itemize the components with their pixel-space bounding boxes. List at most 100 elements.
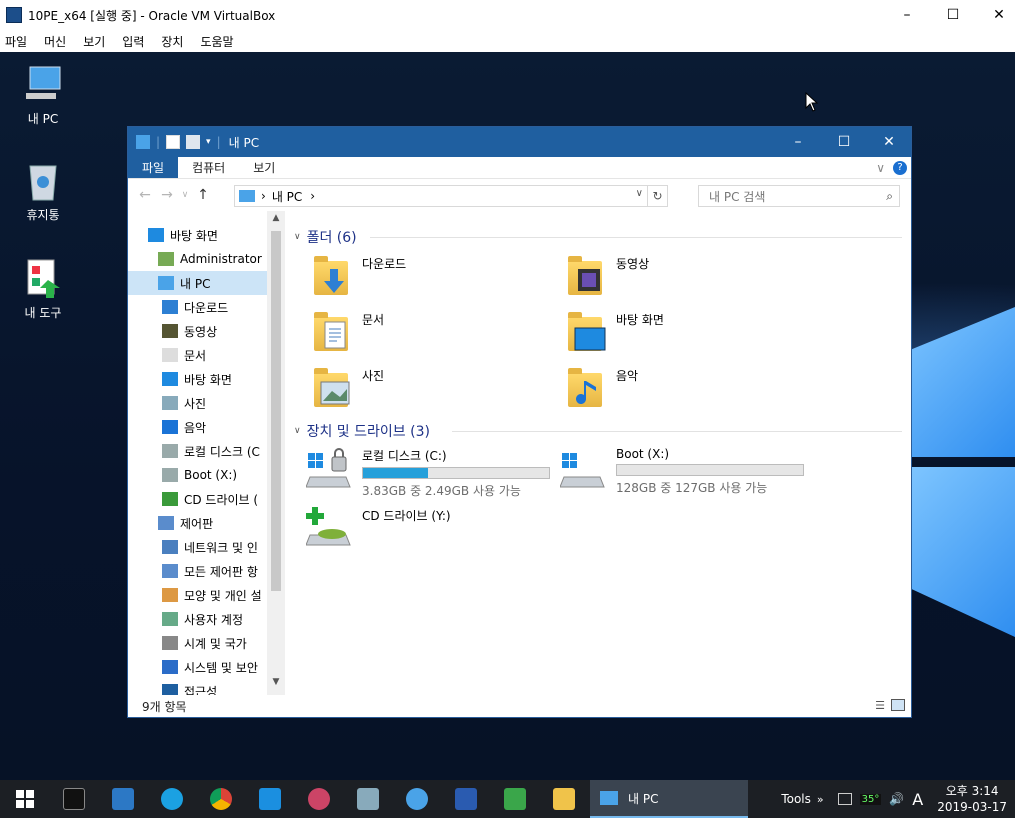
menu-machine[interactable]: 머신 <box>44 33 66 50</box>
taskbar-system-monitor[interactable] <box>98 780 147 818</box>
tab-view[interactable]: 보기 <box>239 157 289 178</box>
search-input[interactable]: 내 PC 검색 ⌕ <box>698 185 900 207</box>
desktop-icon-my-tools[interactable]: 내 도구 <box>8 258 78 321</box>
breadcrumb-chevron-icon[interactable]: › <box>261 189 266 203</box>
nav-item[interactable]: 모든 제어판 항 <box>128 559 267 583</box>
folder-label: 음악 <box>616 369 639 383</box>
folder-icon <box>552 788 575 810</box>
collapse-chevron-icon[interactable]: ∨ <box>294 426 301 436</box>
clock[interactable]: 오후 3:14 2019-03-17 <box>929 783 1015 815</box>
nav-item[interactable]: 모양 및 개인 설 <box>128 583 267 607</box>
details-view-icon[interactable]: ☰ <box>875 699 885 712</box>
nav-item[interactable]: 시스템 및 보안 <box>128 655 267 679</box>
taskbar-cmd[interactable] <box>49 780 98 818</box>
taskbar-edge[interactable] <box>147 780 196 818</box>
nav-item[interactable]: 다운로드 <box>128 295 267 319</box>
ribbon-expand-icon[interactable]: ∨ <box>872 157 889 178</box>
nav-item[interactable]: 네트워크 및 인 <box>128 535 267 559</box>
taskbar-tool-b[interactable] <box>343 780 392 818</box>
breadcrumb-chevron-icon[interactable]: › <box>310 189 315 203</box>
nav-item[interactable]: 사용자 계정 <box>128 607 267 631</box>
nav-item[interactable]: CD 드라이브 ( <box>128 487 267 511</box>
nav-item[interactable]: 바탕 화면 <box>128 223 267 247</box>
nav-scrollbar[interactable]: ▲ ▼ <box>267 211 285 695</box>
computer-icon <box>22 64 64 106</box>
new-folder-icon[interactable] <box>186 135 201 149</box>
item-count: 9개 항목 <box>142 699 187 714</box>
nav-item[interactable]: Boot (X:) <box>128 463 267 487</box>
start-button[interactable] <box>0 780 49 818</box>
large-icons-view-icon[interactable] <box>891 699 905 711</box>
customize-qat-icon[interactable]: ▾ <box>206 137 211 147</box>
drive-cd[interactable]: CD 드라이브 (Y:) <box>305 507 451 551</box>
drive-c[interactable]: 로컬 디스크 (C:) 3.83GB 중 2.49GB 사용 가능 <box>305 447 550 499</box>
taskbar-chrome[interactable] <box>196 780 245 818</box>
menu-devices[interactable]: 장치 <box>161 33 183 50</box>
desktop-icon-this-pc[interactable]: 내 PC <box>8 64 78 127</box>
tab-computer[interactable]: 컴퓨터 <box>178 157 239 178</box>
folder-desktop[interactable]: 바탕 화면 <box>566 311 664 355</box>
nav-item[interactable]: Administrator <box>128 247 267 271</box>
scroll-down-icon[interactable]: ▼ <box>267 677 285 693</box>
menu-input[interactable]: 입력 <box>122 33 144 50</box>
taskbar-my-tools[interactable] <box>490 780 539 818</box>
devices-group-header[interactable]: ∨ 장치 및 드라이브 (3) <box>294 421 430 441</box>
folder-music[interactable]: 음악 <box>566 367 638 411</box>
notes-icon <box>356 788 379 810</box>
refresh-button[interactable]: ↻ <box>647 186 667 206</box>
tab-file[interactable]: 파일 <box>128 157 179 178</box>
nav-item[interactable]: 바탕 화면 <box>128 367 267 391</box>
collapse-chevron-icon[interactable]: ∨ <box>294 232 301 242</box>
nav-item[interactable]: 음악 <box>128 415 267 439</box>
nav-item[interactable]: 로컬 디스크 (C <box>128 439 267 463</box>
folder-pictures[interactable]: 사진 <box>312 367 384 411</box>
address-bar[interactable]: › 내 PC › ∨ ↻ <box>234 185 668 207</box>
taskbar-save-tool[interactable] <box>441 780 490 818</box>
folder-downloads[interactable]: 다운로드 <box>312 255 406 299</box>
temperature-badge[interactable]: 35° <box>859 793 882 805</box>
nav-item[interactable]: 사진 <box>128 391 267 415</box>
video-icon <box>578 269 600 291</box>
desktop-icon-recycle-bin[interactable]: 휴지통 <box>8 160 78 223</box>
nav-item[interactable]: 시계 및 국가 <box>128 631 267 655</box>
explorer-maximize-button[interactable]: ☐ <box>821 127 867 157</box>
explorer-close-button[interactable]: ✕ <box>866 127 912 157</box>
ime-indicator[interactable]: A <box>912 790 923 809</box>
network-icon[interactable] <box>837 793 852 805</box>
nav-item[interactable]: 내 PC <box>128 271 267 295</box>
recent-locations-button[interactable]: ∨ <box>178 190 192 200</box>
nav-item[interactable]: 접근성 <box>128 679 267 695</box>
help-icon[interactable]: ? <box>889 157 911 178</box>
folder-videos[interactable]: 동영상 <box>566 255 649 299</box>
breadcrumb-this-pc[interactable]: 내 PC <box>272 188 302 205</box>
taskbar-activity[interactable] <box>245 780 294 818</box>
address-dropdown-icon[interactable]: ∨ <box>636 188 643 199</box>
volume-icon[interactable]: 🔊 <box>889 792 904 806</box>
computer-icon <box>600 791 618 805</box>
menu-help[interactable]: 도움말 <box>200 33 233 50</box>
nav-item[interactable]: 동영상 <box>128 319 267 343</box>
nav-item[interactable]: 제어판 <box>128 511 267 535</box>
minimize-button[interactable]: – <box>884 0 930 30</box>
close-button[interactable]: ✕ <box>976 0 1015 30</box>
forward-button[interactable]: → <box>156 187 178 203</box>
explorer-minimize-button[interactable]: – <box>775 127 821 157</box>
menu-view[interactable]: 보기 <box>83 33 105 50</box>
maximize-button[interactable]: ☐ <box>930 0 976 30</box>
menu-file[interactable]: 파일 <box>5 33 27 50</box>
taskbar-tool-a[interactable] <box>294 780 343 818</box>
up-button[interactable]: ↑ <box>192 187 214 203</box>
folder-documents[interactable]: 문서 <box>312 311 384 355</box>
taskbar-active-this-pc[interactable]: 내 PC <box>590 780 748 818</box>
drive-x[interactable]: Boot (X:) 128GB 중 127GB 사용 가능 <box>559 447 804 496</box>
scroll-up-icon[interactable]: ▲ <box>267 213 285 229</box>
taskbar-explorer[interactable] <box>539 780 588 818</box>
scroll-thumb[interactable] <box>271 231 281 591</box>
tools-toolbar-label[interactable]: Tools <box>781 792 811 806</box>
toolbar-overflow-icon[interactable]: » <box>817 793 824 806</box>
back-button[interactable]: ← <box>134 187 156 203</box>
properties-icon[interactable] <box>166 135 181 149</box>
folders-group-header[interactable]: ∨ 폴더 (6) <box>294 227 357 247</box>
taskbar-search-tool[interactable] <box>392 780 441 818</box>
nav-item[interactable]: 문서 <box>128 343 267 367</box>
